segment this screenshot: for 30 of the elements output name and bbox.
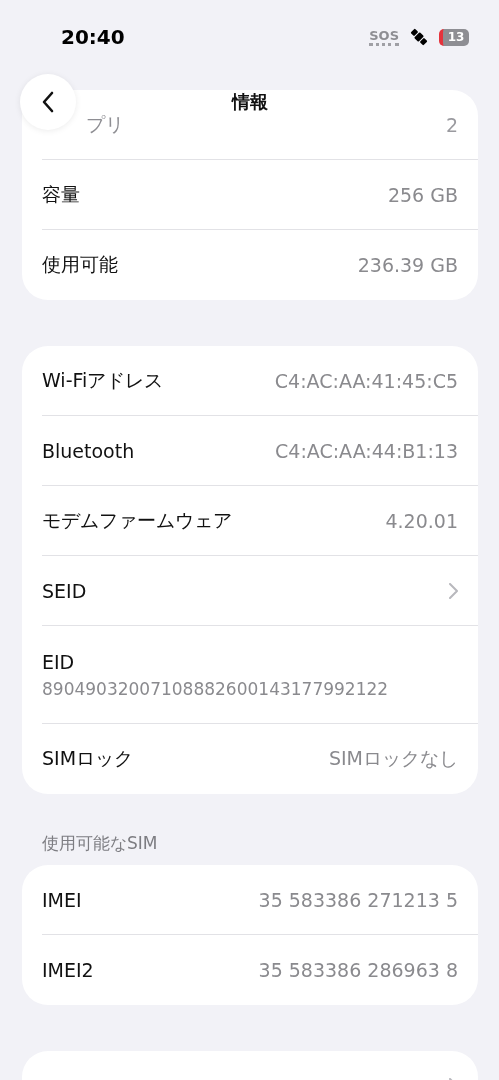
row-value: C4:AC:AA:41:45:C5 xyxy=(274,369,458,392)
row-value: 89049032007108882600143177992122 xyxy=(42,678,389,699)
row-label: 容量 xyxy=(42,181,80,207)
row-label: IMEI xyxy=(42,888,82,911)
row-label: EID xyxy=(42,650,75,673)
row-label: Wi-Fiアドレス xyxy=(42,367,164,393)
row-label: プリ xyxy=(86,111,124,137)
sos-indicator: SOS xyxy=(369,28,399,46)
satellite-icon xyxy=(409,27,429,47)
row-value: C4:AC:AA:44:B1:13 xyxy=(275,439,458,462)
row-label: SIMロック xyxy=(42,746,134,771)
row-value: 236.39 GB xyxy=(357,254,458,276)
page-title: 情報 xyxy=(231,90,268,114)
back-button[interactable] xyxy=(20,74,76,130)
section-header: 使用可能なSIM xyxy=(41,832,159,855)
row-label: IMEI2 xyxy=(42,959,94,981)
row-label: Bluetooth xyxy=(42,439,135,462)
row-value: 35 583386 271213 5 xyxy=(258,888,458,911)
row-value: 256 GB xyxy=(387,183,458,206)
row-value: 35 583386 286963 8 xyxy=(258,959,458,981)
row-label: モデムファームウェア xyxy=(42,507,232,533)
row-value: 2 xyxy=(445,113,458,136)
row-value: 4.20.01 xyxy=(385,509,458,532)
chevron-icon xyxy=(449,582,458,599)
row-label[interactable]: SEID xyxy=(42,579,87,602)
row-value: SIMロックなし xyxy=(328,746,458,771)
battery-indicator: 13 xyxy=(439,28,469,46)
back-icon xyxy=(42,91,54,113)
row-label: 使用可能 xyxy=(42,252,118,277)
status-time: 20:40 xyxy=(61,25,125,49)
